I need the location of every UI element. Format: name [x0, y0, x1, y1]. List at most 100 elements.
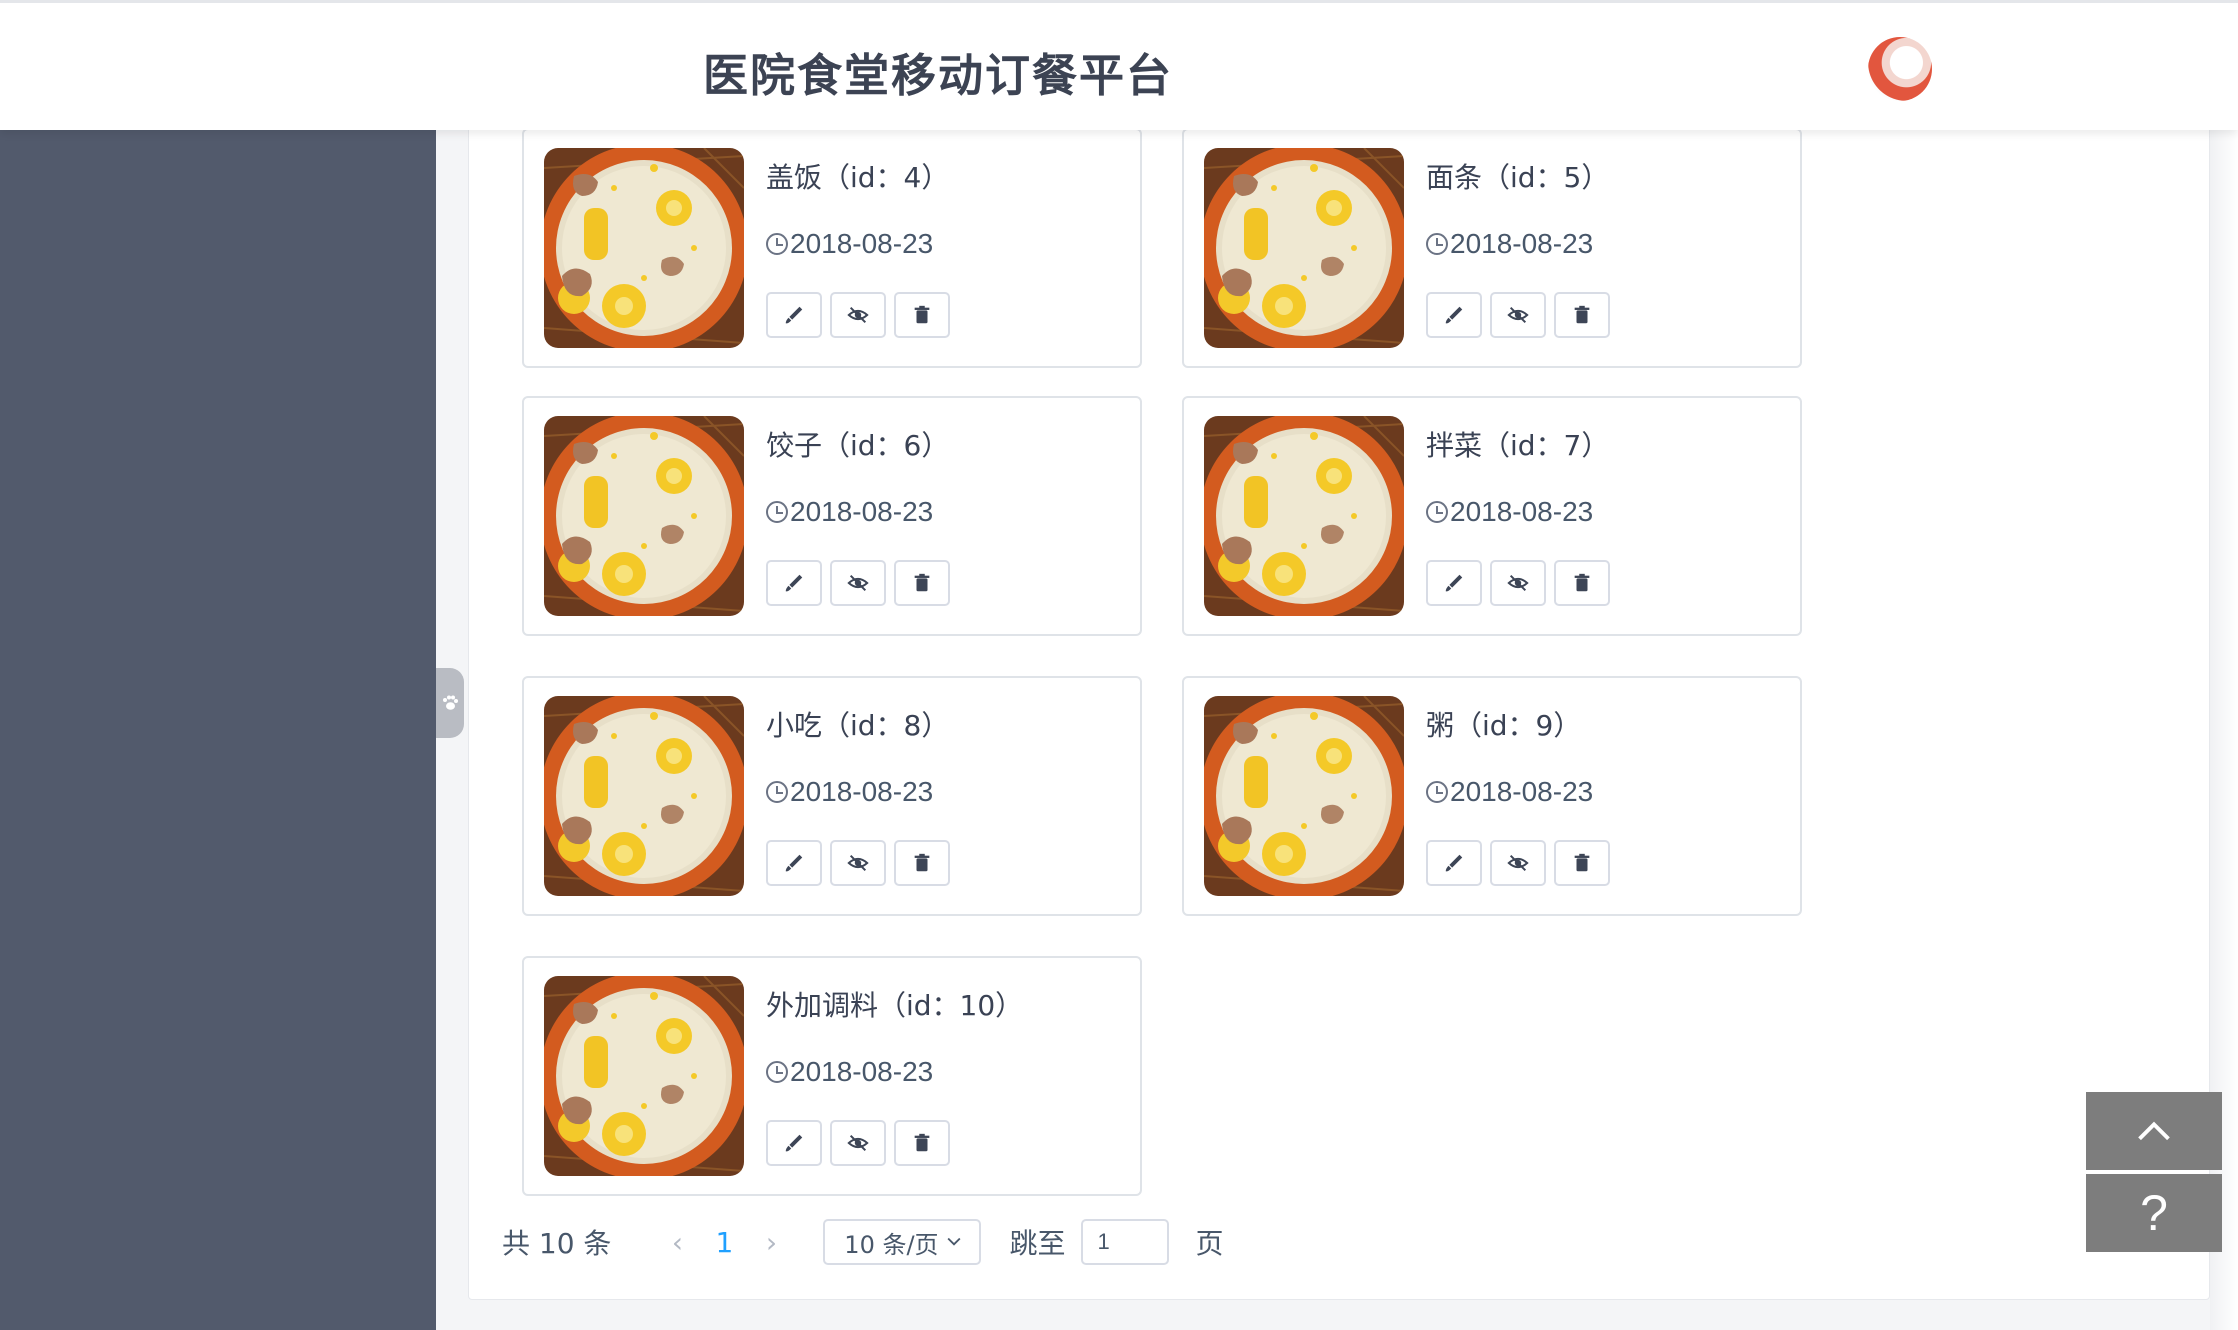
- page-size-select[interactable]: 10 条/页: [823, 1219, 982, 1265]
- dish-image: [544, 148, 744, 348]
- dish-date: 2018-08-23: [766, 228, 933, 260]
- hide-icon: [847, 1132, 869, 1154]
- delete-icon: [1571, 572, 1593, 594]
- app-title: 医院食堂移动订餐平台: [703, 49, 1174, 102]
- dish-card: 外加调料（id：10） 2018-08-23: [522, 956, 1142, 1196]
- hide-button[interactable]: [830, 840, 886, 886]
- dish-name: 拌菜（id：7）: [1426, 429, 1610, 462]
- edit-icon: [1443, 852, 1465, 874]
- delete-icon: [1571, 852, 1593, 874]
- dish-actions: [766, 1120, 950, 1166]
- clock-icon: [1426, 781, 1448, 803]
- clock-icon: [1426, 233, 1448, 255]
- dish-image: [1204, 148, 1404, 348]
- hide-icon: [1507, 572, 1529, 594]
- dish-date: 2018-08-23: [766, 776, 933, 808]
- hide-button[interactable]: [1490, 560, 1546, 606]
- dish-date-text: 2018-08-23: [1450, 228, 1594, 259]
- dish-name: 面条（id：5）: [1426, 161, 1610, 194]
- edit-button[interactable]: [766, 560, 822, 606]
- edit-button[interactable]: [1426, 560, 1482, 606]
- delete-icon: [911, 572, 933, 594]
- dish-actions: [1426, 560, 1610, 606]
- dish-date: 2018-08-23: [766, 496, 933, 528]
- edit-icon: [783, 304, 805, 326]
- page-size-value: 10 条/页: [844, 1230, 939, 1259]
- hide-button[interactable]: [830, 292, 886, 338]
- edit-button[interactable]: [766, 292, 822, 338]
- dish-image: [544, 976, 744, 1176]
- edit-icon: [1443, 304, 1465, 326]
- jump-label: 跳至: [1009, 1227, 1066, 1260]
- dish-date: 2018-08-23: [1426, 228, 1593, 260]
- jump-suffix: 页: [1195, 1227, 1224, 1260]
- paw-icon: [443, 695, 458, 710]
- dish-date-text: 2018-08-23: [790, 228, 934, 259]
- chevron-down-icon: [947, 1237, 961, 1246]
- hide-icon: [1507, 304, 1529, 326]
- delete-button[interactable]: [894, 292, 950, 338]
- delete-button[interactable]: [1554, 292, 1610, 338]
- delete-button[interactable]: [894, 560, 950, 606]
- edit-button[interactable]: [1426, 840, 1482, 886]
- dish-card: 小吃（id：8） 2018-08-23: [522, 676, 1142, 916]
- edit-icon: [783, 572, 805, 594]
- dish-thumbnail: [544, 416, 744, 616]
- help-button[interactable]: ?: [2086, 1174, 2222, 1252]
- edit-icon: [783, 1132, 805, 1154]
- next-page-chevron-right-icon[interactable]: ›: [751, 1226, 791, 1259]
- dish-actions: [1426, 840, 1610, 886]
- edit-icon: [1443, 572, 1465, 594]
- delete-icon: [911, 852, 933, 874]
- clock-icon: [766, 1061, 788, 1083]
- dish-image: [544, 696, 744, 896]
- hide-button[interactable]: [830, 1120, 886, 1166]
- clock-icon: [766, 233, 788, 255]
- dish-actions: [766, 292, 950, 338]
- hide-button[interactable]: [1490, 840, 1546, 886]
- sidebar: [0, 130, 436, 1330]
- dish-image: [1204, 696, 1404, 896]
- edit-button[interactable]: [766, 840, 822, 886]
- prev-page-chevron-left-icon[interactable]: ‹: [657, 1226, 697, 1259]
- dish-date: 2018-08-23: [1426, 776, 1593, 808]
- dish-card: 拌菜（id：7） 2018-08-23: [1182, 396, 1802, 636]
- hide-icon: [847, 304, 869, 326]
- dish-thumbnail: [544, 976, 744, 1176]
- back-to-top-button[interactable]: [2086, 1092, 2222, 1170]
- dish-actions: [766, 560, 950, 606]
- dish-actions: [1426, 292, 1610, 338]
- delete-button[interactable]: [894, 1120, 950, 1166]
- sidebar-toggle-paw-icon[interactable]: [436, 668, 464, 738]
- edit-button[interactable]: [766, 1120, 822, 1166]
- dish-thumbnail: [1204, 696, 1404, 896]
- clock-icon: [766, 781, 788, 803]
- dish-date: 2018-08-23: [766, 1056, 933, 1088]
- hide-button[interactable]: [830, 560, 886, 606]
- delete-button[interactable]: [1554, 560, 1610, 606]
- dish-name: 饺子（id：6）: [766, 429, 950, 462]
- edit-icon: [783, 852, 805, 874]
- dish-date: 2018-08-23: [1426, 496, 1593, 528]
- dish-date-text: 2018-08-23: [1450, 496, 1594, 527]
- dish-image: [1204, 416, 1404, 616]
- hide-icon: [847, 572, 869, 594]
- dish-date-text: 2018-08-23: [1450, 776, 1594, 807]
- page-number-current[interactable]: 1: [697, 1226, 751, 1259]
- delete-button[interactable]: [1554, 840, 1610, 886]
- jump-page-input[interactable]: [1081, 1219, 1170, 1265]
- user-avatar[interactable]: [1868, 37, 1932, 101]
- hide-icon: [1507, 852, 1529, 874]
- dish-card: 粥（id：9） 2018-08-23: [1182, 676, 1802, 916]
- clock-icon: [766, 501, 788, 523]
- edit-button[interactable]: [1426, 292, 1482, 338]
- delete-button[interactable]: [894, 840, 950, 886]
- dish-name: 粥（id：9）: [1426, 709, 1582, 742]
- delete-icon: [1571, 304, 1593, 326]
- dish-date-text: 2018-08-23: [790, 1056, 934, 1087]
- dish-actions: [766, 840, 950, 886]
- hide-button[interactable]: [1490, 292, 1546, 338]
- pagination: 共 10 条 ‹ 1 › 10 条/页 跳至 页: [502, 1218, 1223, 1266]
- dish-card: 面条（id：5） 2018-08-23: [1182, 128, 1802, 368]
- dish-name: 外加调料（id：10）: [766, 989, 1024, 1022]
